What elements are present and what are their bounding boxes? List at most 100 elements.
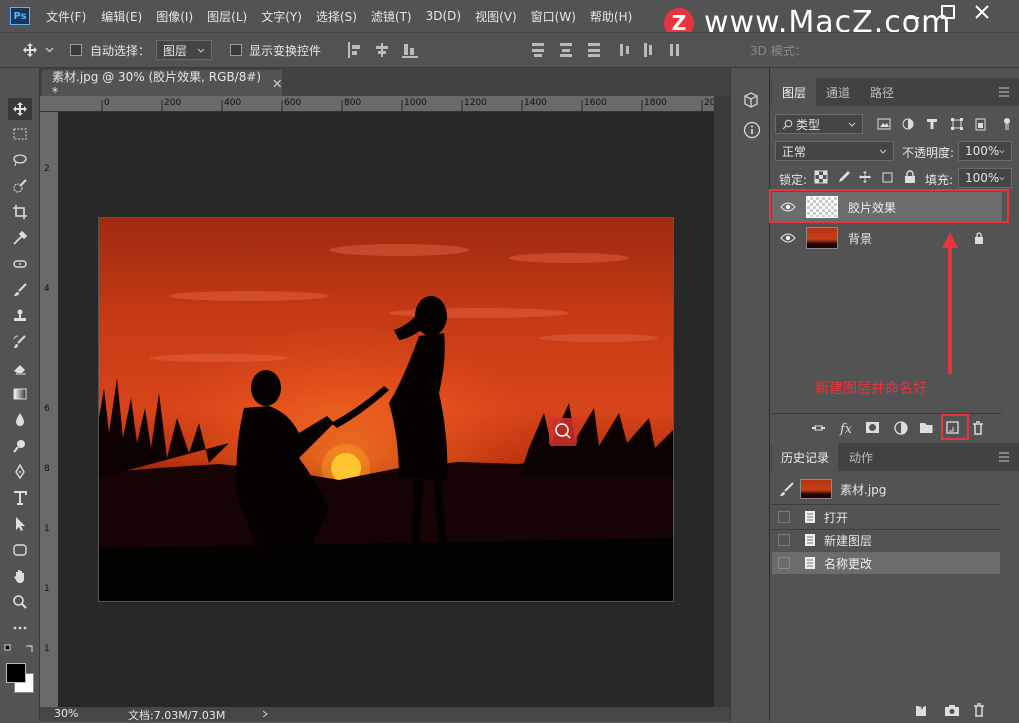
swap-colors-icon[interactable] (4, 643, 36, 655)
document-image[interactable] (98, 217, 674, 602)
crop-icon (13, 205, 27, 219)
foreground-color-swatch[interactable] (6, 663, 26, 683)
eye-icon[interactable] (780, 233, 796, 243)
healing-icon (13, 260, 27, 268)
options-bar: 自动选择： 图层 显示变换控件 3D 模式： (0, 32, 1019, 68)
maximize-icon[interactable] (940, 4, 956, 20)
menu-3d[interactable]: 3D(D) (426, 9, 461, 23)
ruler-label: 1 (44, 524, 50, 534)
pen-icon (15, 464, 25, 480)
type-tool[interactable] (8, 487, 32, 509)
eraser-tool[interactable] (8, 357, 32, 379)
auto-select-dropdown[interactable]: 图层 (156, 40, 212, 60)
menu-image[interactable]: 图像(I) (156, 8, 193, 25)
fill-input[interactable]: 100% (958, 168, 1012, 188)
history-brush-icon (780, 482, 794, 496)
dodge-tool[interactable] (8, 435, 32, 457)
tab-history[interactable]: 历史记录 (772, 443, 838, 471)
ruler-label: 8 (44, 464, 50, 474)
opacity-input[interactable]: 100% (958, 141, 1012, 161)
menu-select[interactable]: 选择(S) (316, 8, 357, 25)
gradient-tool[interactable] (8, 383, 32, 405)
tab-actions[interactable]: 动作 (840, 443, 882, 471)
filter-type-dropdown[interactable]: 类型 (775, 114, 863, 134)
marquee-tool[interactable] (8, 123, 32, 145)
eraser-icon (14, 365, 26, 375)
stamp-icon (14, 309, 26, 321)
info-icon[interactable] (743, 121, 761, 139)
menu-file[interactable]: 文件(F) (46, 8, 86, 25)
arrow-icon (16, 517, 25, 531)
panel-menu-icon[interactable] (998, 87, 1010, 97)
history-state-checkbox[interactable] (778, 557, 790, 569)
history-state[interactable]: 新建图层 (772, 529, 1000, 551)
tab-channels[interactable]: 通道 (818, 78, 858, 106)
ruler-label: 1800 (644, 98, 667, 108)
layer-row[interactable]: 背景 (772, 223, 1002, 253)
menu-layer[interactable]: 图层(L) (207, 8, 247, 25)
history-state-checkbox[interactable] (778, 534, 790, 546)
layer-filter-icons[interactable] (876, 117, 1016, 131)
eyedropper-tool[interactable] (8, 227, 32, 249)
history-brush-tool[interactable] (8, 331, 32, 353)
close-tab-icon[interactable] (273, 79, 282, 88)
zoom-level[interactable]: 30% (54, 707, 78, 720)
menu-help[interactable]: 帮助(H) (590, 8, 632, 25)
show-transform-checkbox[interactable] (230, 44, 242, 56)
auto-select-value: 图层 (163, 43, 188, 58)
history-brush-icon (13, 335, 26, 348)
history-state-selected[interactable]: 名称更改 (772, 552, 1000, 574)
lasso-tool[interactable] (8, 149, 32, 171)
menu-type[interactable]: 文字(Y) (261, 8, 302, 25)
menu-view[interactable]: 视图(V) (475, 8, 517, 25)
shape-tool[interactable] (8, 539, 32, 561)
document-title: 素材.jpg @ 30% (胶片效果, RGB/8#) * (52, 69, 262, 99)
brush-tool[interactable] (8, 279, 32, 301)
blur-tool[interactable] (8, 409, 32, 431)
vertical-scrollbar[interactable] (714, 96, 730, 707)
stamp-tool[interactable] (8, 305, 32, 327)
healing-tool[interactable] (8, 253, 32, 275)
new-layer-button-highlight[interactable] (941, 414, 969, 440)
pen-tool[interactable] (8, 461, 32, 483)
lock-options-icons[interactable] (814, 170, 920, 184)
blend-mode-dropdown[interactable]: 正常 (775, 141, 894, 161)
snapshot-thumbnail (800, 479, 832, 499)
more-tools[interactable] (8, 617, 32, 639)
path-selection-tool[interactable] (8, 513, 32, 535)
align-distribute-icons[interactable] (346, 41, 706, 59)
layer-name[interactable]: 背景 (848, 230, 872, 247)
chevron-down-icon (879, 149, 887, 154)
photoshop-logo[interactable]: Ps (10, 7, 30, 25)
menu-window[interactable]: 窗口(W) (531, 8, 576, 25)
move-tool[interactable] (8, 98, 32, 120)
panel-menu-icon[interactable] (998, 452, 1010, 462)
quick-selection-icon (13, 179, 27, 193)
auto-select-checkbox[interactable] (70, 44, 82, 56)
hand-tool[interactable] (8, 565, 32, 587)
tab-paths[interactable]: 路径 (862, 78, 902, 106)
quick-selection-tool[interactable] (8, 175, 32, 197)
minimize-icon[interactable] (905, 4, 921, 20)
ruler-label: 200 (164, 98, 182, 108)
crop-tool[interactable] (8, 201, 32, 223)
move-tool-icon[interactable] (22, 42, 38, 58)
menu-edit[interactable]: 编辑(E) (101, 8, 142, 25)
ruler-label: 1200 (464, 98, 487, 108)
close-icon[interactable] (974, 4, 990, 20)
zoom-tool[interactable] (8, 591, 32, 613)
chevron-down-icon[interactable] (45, 47, 54, 53)
ruler-label: 1000 (404, 98, 427, 108)
history-snapshot[interactable]: 素材.jpg (772, 476, 1000, 502)
chevron-right-icon[interactable] (262, 710, 268, 718)
lasso-icon (13, 154, 27, 167)
history-state[interactable]: 打开 (772, 506, 1000, 528)
ruler-label: 0 (104, 98, 110, 108)
menu-filter[interactable]: 滤镜(T) (371, 8, 412, 25)
ruler-label: 4 (44, 284, 50, 294)
3d-cube-icon[interactable] (743, 92, 759, 108)
tab-layers[interactable]: 图层 (772, 78, 816, 106)
history-state-checkbox[interactable] (778, 511, 790, 523)
history-action-icons[interactable] (912, 702, 992, 718)
document-tab[interactable]: 素材.jpg @ 30% (胶片效果, RGB/8#) * (42, 69, 282, 99)
